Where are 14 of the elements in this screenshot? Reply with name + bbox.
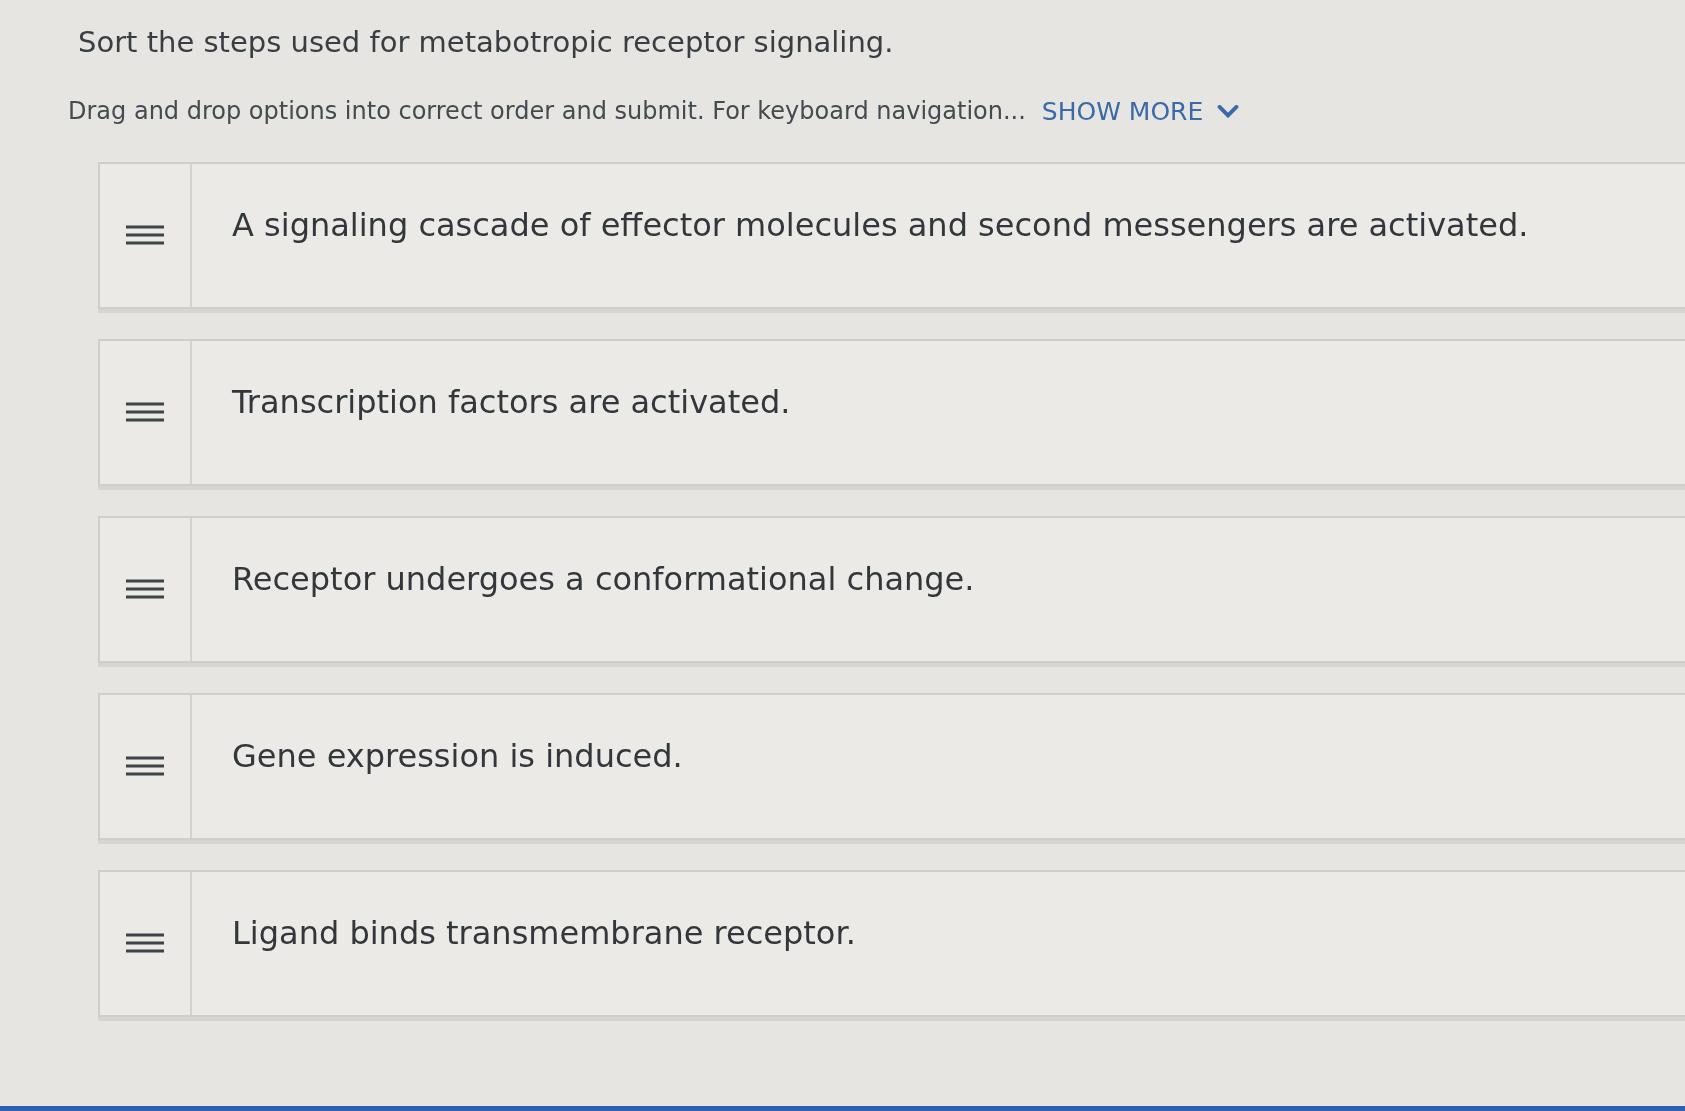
option-text: Receptor undergoes a conformational change. — [231, 559, 975, 601]
option-text: Transcription factors are activated. — [231, 382, 791, 424]
option-text: Gene expression is induced. — [231, 736, 683, 778]
drag-handle-icon[interactable] — [126, 402, 164, 423]
show-more-link[interactable]: SHOW MORE — [1041, 96, 1240, 126]
option-text: Ligand binds transmembrane receptor. — [231, 913, 856, 955]
drag-handle-icon[interactable] — [126, 933, 164, 954]
drag-handle-icon[interactable] — [126, 756, 164, 777]
option-text: A signaling cascade of effector molecules and second messengers are activated. — [231, 205, 1529, 247]
drag-handle-icon[interactable] — [126, 579, 164, 600]
drag-handle-icon[interactable] — [126, 225, 164, 246]
instructions-text: Drag and drop options into correct order and submit. For keyboard navigation... — [68, 97, 1026, 126]
question-title: Sort the steps used for metabotropic receptor signaling. — [78, 24, 895, 61]
chevron-down-icon — [1217, 104, 1240, 118]
